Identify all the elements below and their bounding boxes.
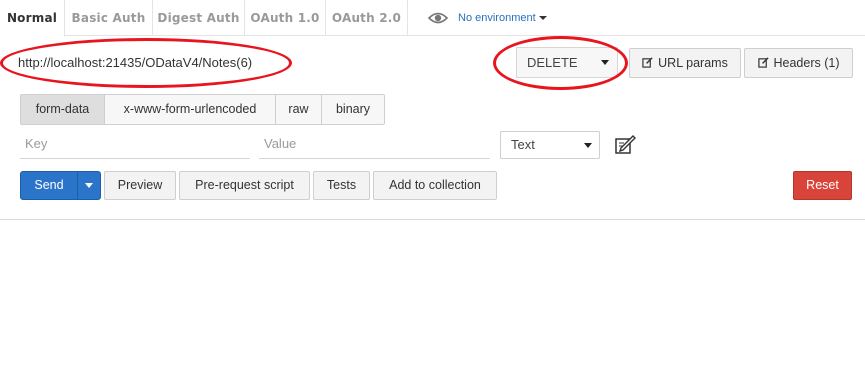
param-type-select[interactable]: Text xyxy=(500,131,600,159)
url-params-label: URL params xyxy=(658,56,728,70)
body-type-urlencoded[interactable]: x-www-form-urlencoded xyxy=(104,94,276,125)
param-type-value: Text xyxy=(511,137,535,152)
section-divider xyxy=(0,219,865,220)
tab-basic-auth[interactable]: Basic Auth xyxy=(65,0,153,36)
eye-icon xyxy=(428,12,448,24)
auth-tab-bar: Normal Basic Auth Digest Auth OAuth 1.0 … xyxy=(0,0,865,37)
preview-button[interactable]: Preview xyxy=(104,171,176,200)
chevron-down-icon xyxy=(85,183,93,188)
body-type-form-data[interactable]: form-data xyxy=(20,94,105,125)
edit-icon xyxy=(757,57,769,68)
send-dropdown[interactable] xyxy=(78,172,101,199)
tab-normal[interactable]: Normal xyxy=(0,0,65,37)
headers-label: Headers (1) xyxy=(773,56,840,70)
headers-button[interactable]: Headers (1) xyxy=(744,48,853,78)
method-select[interactable]: DELETE xyxy=(516,47,618,78)
dropdown-arrow-icon xyxy=(584,143,592,148)
tab-digest-auth[interactable]: Digest Auth xyxy=(153,0,245,36)
send-button[interactable]: Send xyxy=(20,171,101,200)
dropdown-arrow-icon xyxy=(601,60,609,65)
bulk-edit-icon[interactable] xyxy=(614,134,636,156)
tab-oauth-2[interactable]: OAuth 2.0 xyxy=(326,0,408,36)
url-input[interactable]: http://localhost:21435/ODataV4/Notes(6) xyxy=(10,47,480,79)
send-label: Send xyxy=(34,178,64,192)
tab-oauth-1[interactable]: OAuth 1.0 xyxy=(245,0,326,36)
add-to-collection-button[interactable]: Add to collection xyxy=(373,171,497,200)
edit-icon xyxy=(642,57,653,68)
body-type-raw[interactable]: raw xyxy=(275,94,322,125)
reset-button[interactable]: Reset xyxy=(793,171,852,200)
environment-label: No environment xyxy=(458,12,536,24)
pre-request-script-button[interactable]: Pre-request script xyxy=(179,171,310,200)
key-input[interactable]: Key xyxy=(20,130,250,159)
value-input[interactable]: Value xyxy=(259,130,490,159)
tests-button[interactable]: Tests xyxy=(313,171,370,200)
method-value: DELETE xyxy=(527,55,578,70)
url-params-button[interactable]: URL params xyxy=(629,48,741,78)
body-type-binary[interactable]: binary xyxy=(321,94,385,125)
chevron-down-icon xyxy=(538,16,547,21)
